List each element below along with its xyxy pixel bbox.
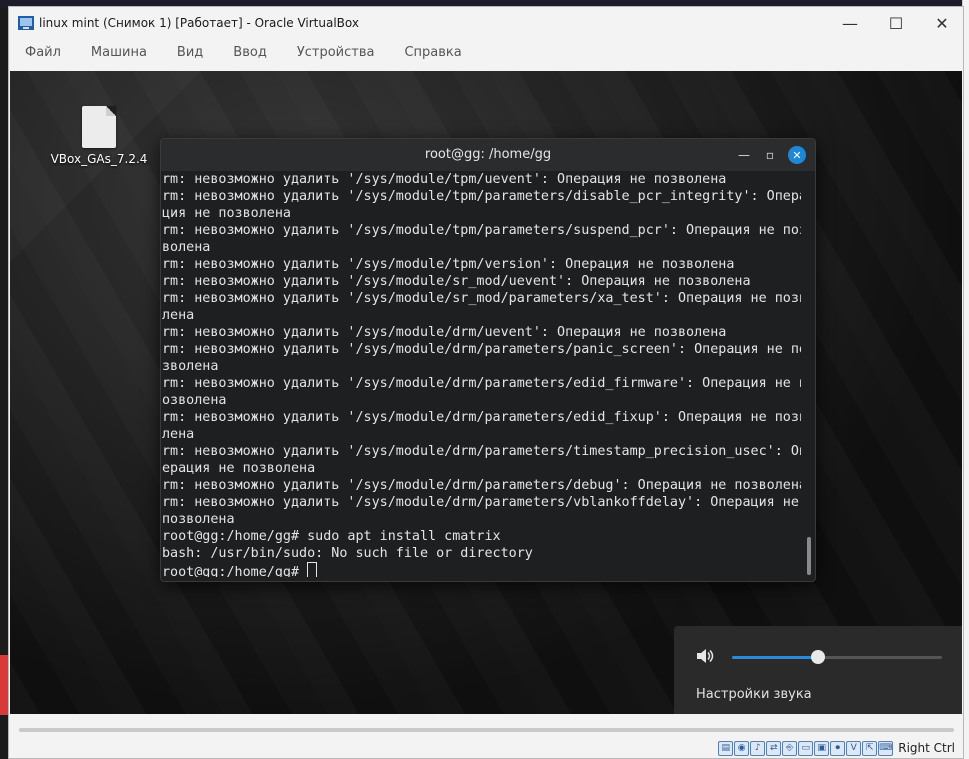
menu-input[interactable]: Ввод: [233, 43, 267, 67]
terminal-line: rm: невозможно удалить '/sys/module/drm/…: [162, 410, 801, 425]
menu-devices[interactable]: Устройства: [297, 43, 375, 67]
menu-bar: Файл Машина Вид Ввод Устройства Справка: [9, 43, 476, 67]
terminal-line: ерация не позволена: [162, 461, 316, 476]
terminal-line: позволена: [162, 512, 235, 527]
terminal-line: rm: невозможно удалить '/sys/module/drm/…: [162, 495, 799, 510]
terminal-window[interactable]: root@gg: /home/gg — ▫ ✕ rm: невозможно у…: [160, 138, 816, 582]
close-button[interactable]: ✕: [919, 11, 965, 35]
host-key-label: Right Ctrl: [898, 741, 955, 755]
terminal-title: root@gg: /home/gg: [424, 147, 552, 162]
terminal-line: ция не позволена: [162, 206, 291, 221]
file-icon: [82, 106, 116, 148]
terminal-maximize-icon[interactable]: ▫: [762, 147, 778, 163]
virtualization-icon[interactable]: V: [846, 740, 862, 756]
keyboard-icon[interactable]: ⌨: [878, 740, 894, 756]
network-icon[interactable]: ⇄: [766, 740, 782, 756]
terminal-title-bar[interactable]: root@gg: /home/gg — ▫ ✕: [161, 139, 815, 171]
terminal-output[interactable]: rm: невозможно удалить '/sys/module/tpm/…: [162, 171, 801, 577]
terminal-line: rm: невозможно удалить '/sys/module/drm/…: [162, 444, 801, 459]
terminal-prompt-line: root@gg:/home/gg#: [162, 562, 801, 577]
display-icon[interactable]: ▣: [814, 740, 830, 756]
terminal-line: волена: [162, 240, 211, 255]
shared-folder-icon[interactable]: ▭: [798, 740, 814, 756]
menu-view[interactable]: Вид: [177, 43, 203, 67]
mouse-integration-icon[interactable]: ⇱: [862, 740, 878, 756]
virtualbox-app-icon: [18, 16, 34, 30]
terminal-line: rm: невозможно удалить '/sys/module/sr_m…: [162, 291, 801, 306]
menu-machine[interactable]: Машина: [91, 43, 147, 67]
terminal-line: лена: [162, 427, 195, 442]
terminal-line: rm: невозможно удалить '/sys/module/tpm/…: [162, 257, 735, 272]
terminal-line: rm: невозможно удалить '/sys/module/tpm/…: [162, 172, 727, 187]
audio-icon[interactable]: ♪: [750, 740, 766, 756]
terminal-line: rm: невозможно удалить '/sys/module/sr_m…: [162, 274, 751, 289]
terminal-minimize-icon[interactable]: —: [736, 147, 752, 163]
terminal-line: лена: [162, 308, 195, 323]
virtualbox-window: linux mint (Снимок 1) [Работает] - Oracl…: [8, 6, 964, 759]
maximize-button[interactable]: ☐: [873, 11, 919, 35]
terminal-scrollbar[interactable]: [807, 537, 811, 575]
terminal-line: rm: невозможно удалить '/sys/module/drm/…: [162, 478, 801, 493]
terminal-line: rm: невозможно удалить '/sys/module/tpm/…: [162, 189, 801, 204]
terminal-close-icon[interactable]: ✕: [788, 146, 806, 164]
terminal-line: rm: невозможно удалить '/sys/module/drm/…: [162, 325, 727, 340]
usb-icon[interactable]: ⎆: [782, 740, 798, 756]
recording-icon[interactable]: ⏺: [830, 740, 846, 756]
sound-popup: Настройки звука: [674, 626, 962, 714]
volume-slider-fill: [732, 656, 819, 659]
terminal-line: rm: невозможно удалить '/sys/module/drm/…: [162, 342, 801, 357]
terminal-line: bash: /usr/bin/sudo: No such file or dir…: [162, 546, 533, 561]
volume-slider[interactable]: [732, 650, 942, 664]
terminal-line: root@gg:/home/gg# sudo apt install cmatr…: [162, 529, 501, 544]
horizontal-scrollbar[interactable]: [19, 728, 954, 732]
terminal-line: зволена: [162, 359, 219, 374]
minimize-button[interactable]: —: [827, 11, 873, 35]
terminal-cursor: [307, 562, 318, 577]
menu-help[interactable]: Справка: [404, 43, 461, 67]
terminal-line: озволена: [162, 393, 227, 408]
terminal-prompt: root@gg:/home/gg#: [162, 565, 308, 577]
host-background-element: [0, 655, 8, 715]
title-bar[interactable]: linux mint (Снимок 1) [Работает] - Oracl…: [9, 7, 963, 39]
hard-disk-icon[interactable]: ▤: [718, 740, 734, 756]
desktop-file-label: VBox_GAs_7.2.4: [50, 152, 148, 166]
desktop-file-icon[interactable]: VBox_GAs_7.2.4: [44, 106, 154, 166]
status-bar: ▤ ◉ ♪ ⇄ ⎆ ▭ ▣ ⏺ V ⇱ ⌨ Right Ctrl: [718, 738, 955, 758]
terminal-line: rm: невозможно удалить '/sys/module/tpm/…: [162, 223, 801, 238]
menu-file[interactable]: Файл: [25, 43, 61, 67]
sound-settings-link[interactable]: Настройки звука: [696, 687, 812, 702]
optical-disk-icon[interactable]: ◉: [734, 740, 750, 756]
speaker-icon[interactable]: [696, 648, 714, 664]
volume-slider-knob[interactable]: [811, 650, 826, 664]
guest-screen[interactable]: VBox_GAs_7.2.4 root@gg: /home/gg — ▫ ✕ r…: [10, 71, 962, 714]
window-title: linux mint (Снимок 1) [Работает] - Oracl…: [39, 16, 359, 30]
terminal-line: rm: невозможно удалить '/sys/module/drm/…: [162, 376, 801, 391]
